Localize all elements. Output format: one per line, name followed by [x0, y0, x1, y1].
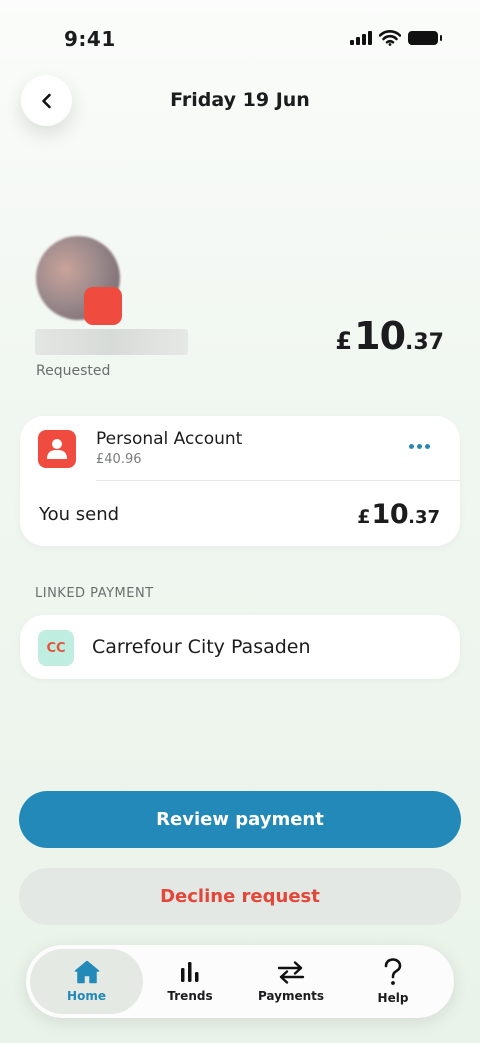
swap-arrows-icon — [277, 961, 305, 984]
tab-help[interactable]: Help — [343, 949, 443, 1014]
tab-label: Payments — [257, 989, 325, 1003]
account-balance: £40.96 — [96, 452, 142, 467]
cellular-signal-icon — [350, 31, 372, 45]
amount-decimal: .37 — [405, 330, 444, 355]
send-decimal: .37 — [408, 507, 440, 528]
divider — [96, 480, 460, 481]
send-amount: £ 10 .37 — [357, 499, 440, 530]
tab-label: Trends — [167, 989, 213, 1003]
request-status: Requested — [36, 363, 111, 379]
send-currency: £ — [357, 506, 371, 528]
merchant-badge: CC — [38, 630, 74, 666]
merchant-name: Carrefour City Pasaden — [92, 636, 311, 658]
review-payment-button[interactable]: Review payment — [19, 791, 461, 848]
bar-chart-icon — [181, 962, 199, 982]
more-options-icon[interactable] — [405, 438, 434, 455]
decline-request-button[interactable]: Decline request — [19, 868, 461, 925]
account-card: Personal Account £40.96 You send £ 10 .3… — [20, 416, 460, 546]
send-label: You send — [39, 504, 120, 525]
question-icon — [384, 958, 402, 985]
linked-payment-label: LINKED PAYMENT — [35, 586, 154, 601]
status-bar: 9:41 — [0, 0, 480, 70]
tab-home[interactable]: Home — [30, 949, 143, 1014]
request-amount: £ 10 .37 — [335, 314, 444, 358]
wifi-icon — [379, 30, 401, 46]
status-icons — [350, 30, 442, 46]
tab-trends[interactable]: Trends — [140, 949, 240, 1014]
tab-bar: Home Trends Payments Help — [26, 945, 454, 1018]
tab-label: Home — [67, 989, 106, 1003]
battery-icon — [408, 31, 442, 45]
linked-payment-card[interactable]: CC Carrefour City Pasaden — [20, 615, 460, 679]
avatar-badge — [84, 287, 122, 325]
status-time: 9:41 — [64, 27, 116, 51]
tab-payments[interactable]: Payments — [241, 949, 341, 1014]
requester-name-redacted — [35, 329, 188, 355]
amount-whole: 10 — [354, 314, 406, 358]
page-title: Friday 19 Jun — [170, 89, 310, 111]
send-whole: 10 — [371, 499, 409, 530]
amount-currency: £ — [335, 327, 353, 355]
person-icon — [38, 430, 76, 468]
account-name: Personal Account — [96, 429, 243, 449]
tab-label: Help — [377, 991, 409, 1005]
home-icon — [74, 960, 99, 984]
